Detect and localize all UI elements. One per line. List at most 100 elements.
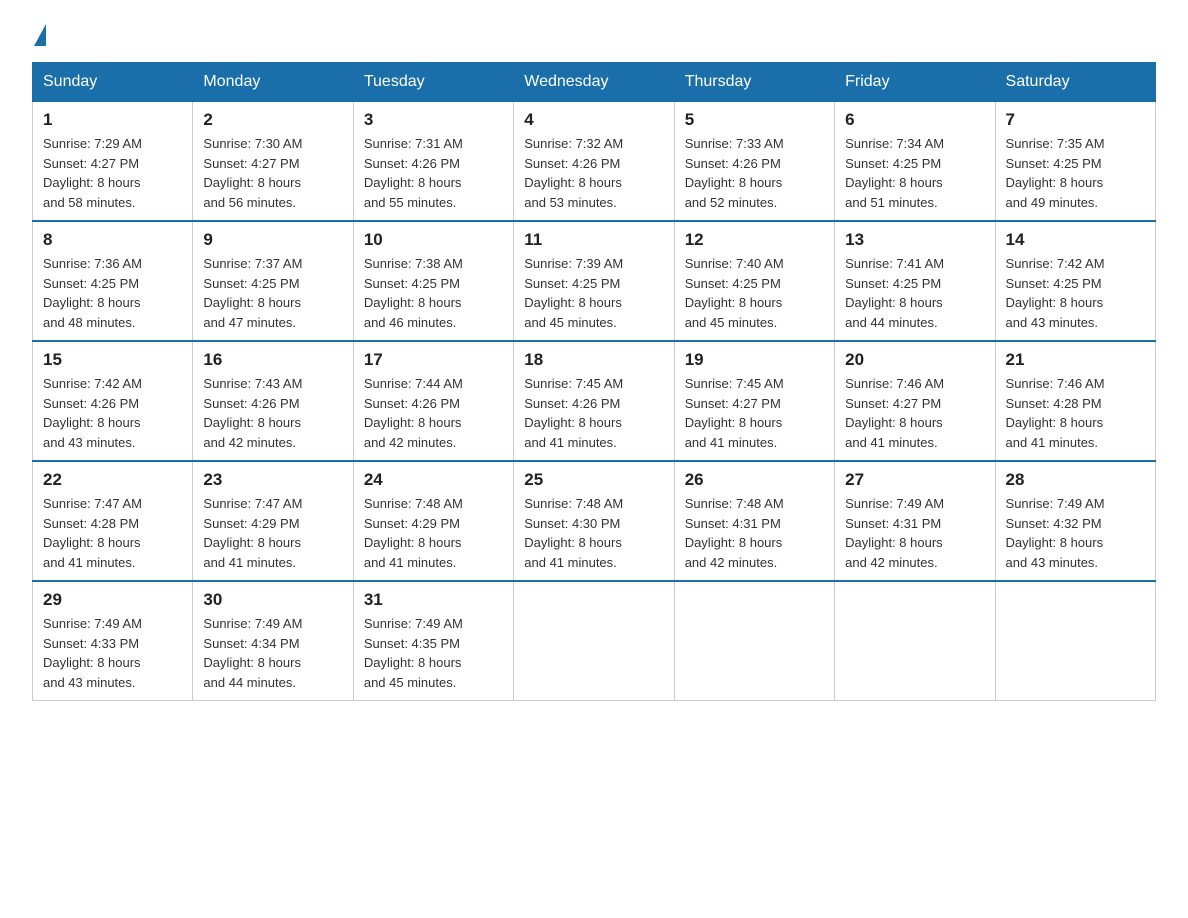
calendar-table: SundayMondayTuesdayWednesdayThursdayFrid… xyxy=(32,62,1156,701)
calendar-cell: 16 Sunrise: 7:43 AMSunset: 4:26 PMDaylig… xyxy=(193,341,353,461)
day-number: 2 xyxy=(203,110,342,130)
day-info: Sunrise: 7:41 AMSunset: 4:25 PMDaylight:… xyxy=(845,254,984,332)
calendar-cell xyxy=(514,581,674,701)
day-number: 22 xyxy=(43,470,182,490)
calendar-cell: 10 Sunrise: 7:38 AMSunset: 4:25 PMDaylig… xyxy=(353,221,513,341)
day-info: Sunrise: 7:33 AMSunset: 4:26 PMDaylight:… xyxy=(685,134,824,212)
day-number: 20 xyxy=(845,350,984,370)
day-info: Sunrise: 7:38 AMSunset: 4:25 PMDaylight:… xyxy=(364,254,503,332)
day-info: Sunrise: 7:48 AMSunset: 4:29 PMDaylight:… xyxy=(364,494,503,572)
calendar-week-row: 29 Sunrise: 7:49 AMSunset: 4:33 PMDaylig… xyxy=(33,581,1156,701)
day-number: 25 xyxy=(524,470,663,490)
day-number: 28 xyxy=(1006,470,1145,490)
day-info: Sunrise: 7:49 AMSunset: 4:32 PMDaylight:… xyxy=(1006,494,1145,572)
calendar-cell: 27 Sunrise: 7:49 AMSunset: 4:31 PMDaylig… xyxy=(835,461,995,581)
calendar-week-row: 1 Sunrise: 7:29 AMSunset: 4:27 PMDayligh… xyxy=(33,102,1156,222)
calendar-cell: 12 Sunrise: 7:40 AMSunset: 4:25 PMDaylig… xyxy=(674,221,834,341)
day-number: 26 xyxy=(685,470,824,490)
day-info: Sunrise: 7:45 AMSunset: 4:27 PMDaylight:… xyxy=(685,374,824,452)
day-info: Sunrise: 7:47 AMSunset: 4:28 PMDaylight:… xyxy=(43,494,182,572)
day-number: 27 xyxy=(845,470,984,490)
calendar-cell: 15 Sunrise: 7:42 AMSunset: 4:26 PMDaylig… xyxy=(33,341,193,461)
day-number: 5 xyxy=(685,110,824,130)
calendar-cell: 23 Sunrise: 7:47 AMSunset: 4:29 PMDaylig… xyxy=(193,461,353,581)
day-number: 24 xyxy=(364,470,503,490)
day-number: 30 xyxy=(203,590,342,610)
day-info: Sunrise: 7:37 AMSunset: 4:25 PMDaylight:… xyxy=(203,254,342,332)
day-number: 3 xyxy=(364,110,503,130)
day-info: Sunrise: 7:29 AMSunset: 4:27 PMDaylight:… xyxy=(43,134,182,212)
day-info: Sunrise: 7:43 AMSunset: 4:26 PMDaylight:… xyxy=(203,374,342,452)
day-number: 29 xyxy=(43,590,182,610)
day-number: 9 xyxy=(203,230,342,250)
day-info: Sunrise: 7:32 AMSunset: 4:26 PMDaylight:… xyxy=(524,134,663,212)
day-info: Sunrise: 7:48 AMSunset: 4:31 PMDaylight:… xyxy=(685,494,824,572)
day-number: 12 xyxy=(685,230,824,250)
day-info: Sunrise: 7:48 AMSunset: 4:30 PMDaylight:… xyxy=(524,494,663,572)
day-number: 31 xyxy=(364,590,503,610)
day-info: Sunrise: 7:44 AMSunset: 4:26 PMDaylight:… xyxy=(364,374,503,452)
calendar-cell: 19 Sunrise: 7:45 AMSunset: 4:27 PMDaylig… xyxy=(674,341,834,461)
calendar-cell xyxy=(674,581,834,701)
day-info: Sunrise: 7:46 AMSunset: 4:27 PMDaylight:… xyxy=(845,374,984,452)
weekday-header-friday: Friday xyxy=(835,63,995,102)
day-info: Sunrise: 7:49 AMSunset: 4:33 PMDaylight:… xyxy=(43,614,182,692)
calendar-cell: 14 Sunrise: 7:42 AMSunset: 4:25 PMDaylig… xyxy=(995,221,1155,341)
calendar-week-row: 8 Sunrise: 7:36 AMSunset: 4:25 PMDayligh… xyxy=(33,221,1156,341)
calendar-cell: 13 Sunrise: 7:41 AMSunset: 4:25 PMDaylig… xyxy=(835,221,995,341)
day-info: Sunrise: 7:39 AMSunset: 4:25 PMDaylight:… xyxy=(524,254,663,332)
day-number: 1 xyxy=(43,110,182,130)
day-info: Sunrise: 7:45 AMSunset: 4:26 PMDaylight:… xyxy=(524,374,663,452)
day-number: 15 xyxy=(43,350,182,370)
day-number: 13 xyxy=(845,230,984,250)
calendar-cell: 20 Sunrise: 7:46 AMSunset: 4:27 PMDaylig… xyxy=(835,341,995,461)
day-info: Sunrise: 7:42 AMSunset: 4:26 PMDaylight:… xyxy=(43,374,182,452)
calendar-cell: 25 Sunrise: 7:48 AMSunset: 4:30 PMDaylig… xyxy=(514,461,674,581)
calendar-cell: 31 Sunrise: 7:49 AMSunset: 4:35 PMDaylig… xyxy=(353,581,513,701)
day-number: 6 xyxy=(845,110,984,130)
day-number: 23 xyxy=(203,470,342,490)
weekday-header-wednesday: Wednesday xyxy=(514,63,674,102)
calendar-cell: 24 Sunrise: 7:48 AMSunset: 4:29 PMDaylig… xyxy=(353,461,513,581)
calendar-cell: 1 Sunrise: 7:29 AMSunset: 4:27 PMDayligh… xyxy=(33,102,193,222)
weekday-header-saturday: Saturday xyxy=(995,63,1155,102)
day-info: Sunrise: 7:31 AMSunset: 4:26 PMDaylight:… xyxy=(364,134,503,212)
day-info: Sunrise: 7:49 AMSunset: 4:31 PMDaylight:… xyxy=(845,494,984,572)
calendar-cell: 21 Sunrise: 7:46 AMSunset: 4:28 PMDaylig… xyxy=(995,341,1155,461)
logo xyxy=(32,24,48,44)
calendar-cell: 6 Sunrise: 7:34 AMSunset: 4:25 PMDayligh… xyxy=(835,102,995,222)
day-number: 8 xyxy=(43,230,182,250)
day-info: Sunrise: 7:46 AMSunset: 4:28 PMDaylight:… xyxy=(1006,374,1145,452)
calendar-cell: 9 Sunrise: 7:37 AMSunset: 4:25 PMDayligh… xyxy=(193,221,353,341)
weekday-header-thursday: Thursday xyxy=(674,63,834,102)
day-number: 4 xyxy=(524,110,663,130)
day-number: 14 xyxy=(1006,230,1145,250)
day-info: Sunrise: 7:40 AMSunset: 4:25 PMDaylight:… xyxy=(685,254,824,332)
day-number: 16 xyxy=(203,350,342,370)
calendar-cell: 7 Sunrise: 7:35 AMSunset: 4:25 PMDayligh… xyxy=(995,102,1155,222)
calendar-cell: 22 Sunrise: 7:47 AMSunset: 4:28 PMDaylig… xyxy=(33,461,193,581)
calendar-cell: 11 Sunrise: 7:39 AMSunset: 4:25 PMDaylig… xyxy=(514,221,674,341)
day-info: Sunrise: 7:36 AMSunset: 4:25 PMDaylight:… xyxy=(43,254,182,332)
calendar-cell: 17 Sunrise: 7:44 AMSunset: 4:26 PMDaylig… xyxy=(353,341,513,461)
calendar-cell: 30 Sunrise: 7:49 AMSunset: 4:34 PMDaylig… xyxy=(193,581,353,701)
calendar-cell: 18 Sunrise: 7:45 AMSunset: 4:26 PMDaylig… xyxy=(514,341,674,461)
calendar-week-row: 15 Sunrise: 7:42 AMSunset: 4:26 PMDaylig… xyxy=(33,341,1156,461)
day-number: 18 xyxy=(524,350,663,370)
calendar-cell xyxy=(835,581,995,701)
day-info: Sunrise: 7:49 AMSunset: 4:34 PMDaylight:… xyxy=(203,614,342,692)
logo-top xyxy=(32,24,48,46)
day-number: 19 xyxy=(685,350,824,370)
day-info: Sunrise: 7:47 AMSunset: 4:29 PMDaylight:… xyxy=(203,494,342,572)
day-info: Sunrise: 7:34 AMSunset: 4:25 PMDaylight:… xyxy=(845,134,984,212)
calendar-cell xyxy=(995,581,1155,701)
day-number: 10 xyxy=(364,230,503,250)
logo-triangle-icon xyxy=(34,24,46,46)
calendar-cell: 29 Sunrise: 7:49 AMSunset: 4:33 PMDaylig… xyxy=(33,581,193,701)
day-info: Sunrise: 7:35 AMSunset: 4:25 PMDaylight:… xyxy=(1006,134,1145,212)
day-info: Sunrise: 7:49 AMSunset: 4:35 PMDaylight:… xyxy=(364,614,503,692)
day-number: 7 xyxy=(1006,110,1145,130)
calendar-cell: 4 Sunrise: 7:32 AMSunset: 4:26 PMDayligh… xyxy=(514,102,674,222)
calendar-cell: 26 Sunrise: 7:48 AMSunset: 4:31 PMDaylig… xyxy=(674,461,834,581)
weekday-header-tuesday: Tuesday xyxy=(353,63,513,102)
